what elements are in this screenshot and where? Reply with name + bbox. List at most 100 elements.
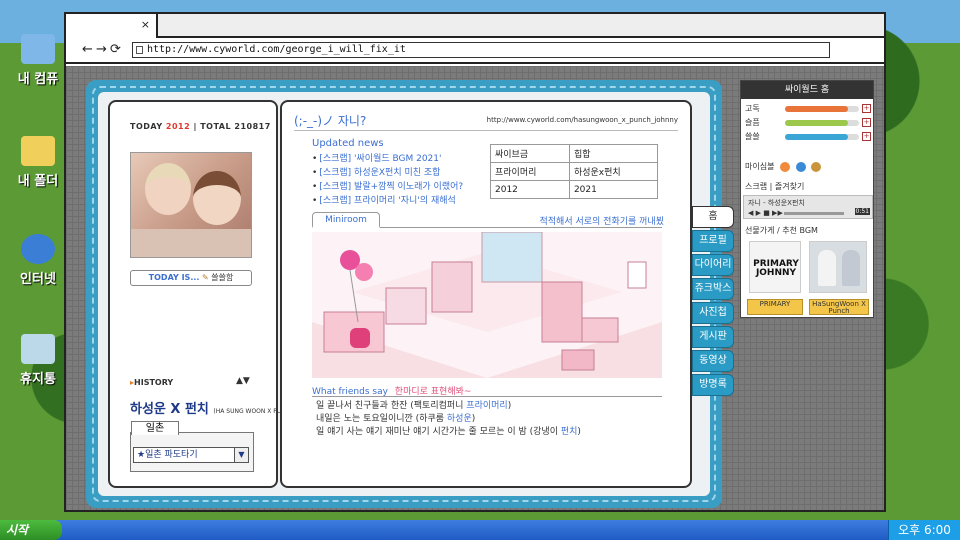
player-controls[interactable]: ◀ ▶ ■ ▶▶ xyxy=(748,209,783,217)
tab-photos[interactable]: 사진첩 xyxy=(692,302,734,324)
table-cell: 싸이브금 xyxy=(490,144,570,163)
home-panel: (;-_-)ノ 자니? http://www.cyworld.com/hasun… xyxy=(280,100,692,488)
comment-author[interactable]: 프라이머리 xyxy=(466,401,507,411)
today-is-mood[interactable]: TODAY IS... ✎ 쓸쓸함 xyxy=(130,270,252,286)
total-label: TOTAL xyxy=(200,122,232,131)
desktop-icon-recycle-bin[interactable]: 휴지통 xyxy=(8,334,68,387)
stats-table: 싸이브금 힙합 프라이머리 하성운x펀치 2012 2021 xyxy=(490,144,659,199)
album-cover-text: PRIMARY JOHNNY xyxy=(753,259,799,278)
friend-comment: 일 끝나서 친구들과 한잔 (팩토리컴퍼니 프라이머리) xyxy=(316,400,676,413)
counter-separator: | xyxy=(193,122,197,131)
total-count: 210817 xyxy=(234,122,271,131)
start-button[interactable]: 시작 xyxy=(0,520,62,540)
stat-bar xyxy=(785,134,859,140)
photo-table xyxy=(131,229,251,257)
comment-text: 일 끝나서 친구들과 한잔 (팩토리컴퍼니 xyxy=(316,401,467,411)
history-scroll-arrows[interactable]: ▲▼ xyxy=(236,376,250,386)
comment-author[interactable]: 하성운 xyxy=(447,414,472,424)
desktop-icon-label: 휴지통 xyxy=(20,372,56,387)
stat-label: 고독 xyxy=(745,104,760,113)
page-icon xyxy=(136,46,143,54)
updated-news-title: Updated news xyxy=(312,138,384,149)
umbrella-icon[interactable] xyxy=(780,161,790,172)
stat-bar xyxy=(785,120,859,126)
desktop-icon-label: 인터넷 xyxy=(20,272,56,287)
album-cover-hasungwoon-punch[interactable] xyxy=(809,241,867,293)
owner-name-text: 하성운 X 펀치 xyxy=(130,402,209,417)
broom-icon: ✎ xyxy=(201,273,209,282)
friend-comment: 내일은 노는 토요일이니깐 (하쿠룸 하성운) xyxy=(316,413,676,426)
gift-shop-title: 선물가게 / 추천 BGM xyxy=(745,226,818,235)
miniroom-scene xyxy=(312,232,662,378)
person-right xyxy=(193,171,241,225)
owner-name: 하성운 X 펀치 (HA SUNG WOON X PUNCH) xyxy=(130,398,297,417)
album-button-hasungwoon-punch[interactable]: HaSungWoon X Punch xyxy=(809,299,869,315)
widget-links[interactable]: 스크랩 | 즐겨찾기 xyxy=(745,181,804,192)
broom-icon[interactable] xyxy=(811,161,822,172)
tab-diary[interactable]: 다이어리 xyxy=(692,254,734,276)
stat-loneliness: 고독 + xyxy=(745,103,871,115)
forward-button[interactable]: → xyxy=(96,42,107,57)
stat-bar xyxy=(785,106,859,112)
computer-icon xyxy=(21,34,55,64)
internet-explorer-icon xyxy=(21,234,55,264)
plus-icon[interactable]: + xyxy=(862,104,871,113)
navigation-bar: ← → ⟳ http://www.cyworld.com/george_i_wi… xyxy=(66,38,884,64)
album-cover-primary[interactable]: PRIMARY JOHNNY xyxy=(749,241,801,293)
today-label: TODAY xyxy=(130,122,163,131)
plus-icon[interactable]: + xyxy=(862,118,871,127)
chevron-down-icon[interactable]: ▼ xyxy=(234,448,248,462)
table-row: 싸이브금 힙합 xyxy=(490,144,659,163)
miniroom-caption: 적적해서 서로의 전화기를 꺼내뵜 xyxy=(539,217,664,227)
tab-guestbook[interactable]: 방명록 xyxy=(692,374,734,396)
desktop-icon-label: 내 폴더 xyxy=(17,174,59,189)
page-viewport: TODAY 2012 | TOTAL 210817 TODAY IS... ✎ … xyxy=(66,66,884,510)
browser-tab[interactable]: × xyxy=(66,14,158,38)
player-progress-bar[interactable] xyxy=(784,212,844,215)
tab-bar: × xyxy=(66,14,884,38)
close-tab-icon[interactable]: × xyxy=(141,18,150,31)
tab-board[interactable]: 게시판 xyxy=(692,326,734,348)
ilchon-surf-dropdown[interactable]: ★일촌 파도타기 ▼ xyxy=(133,447,249,463)
table-cell: 2021 xyxy=(568,180,659,199)
my-symbol: 마이심볼 xyxy=(745,161,822,172)
desktop-icon-internet[interactable]: 인터넷 xyxy=(8,234,68,287)
cyworld-home-widget: 싸이월드 홈 고독 + 슬픔 + 쓸쓸 + 마이심볼 스크랩 | 즐겨찾기 자니… xyxy=(740,80,874,318)
ilchon-box: 일촌 ★일촌 파도타기 ▼ xyxy=(130,421,254,472)
tab-jukebox[interactable]: 쥬크박스 xyxy=(692,278,734,300)
recycle-bin-icon xyxy=(21,334,55,364)
tab-home[interactable]: 홈 xyxy=(692,206,734,228)
tab-profile[interactable]: 프로필 xyxy=(692,230,734,252)
album-button-primary[interactable]: PRIMARY xyxy=(747,299,803,315)
table-row: 2012 2021 xyxy=(490,180,659,199)
refresh-button[interactable]: ⟳ xyxy=(110,42,121,57)
taskbar-clock: 오후 6:00 xyxy=(888,520,960,540)
back-button[interactable]: ← xyxy=(82,42,93,57)
table-cell: 하성운x펀치 xyxy=(568,162,659,181)
comment-author[interactable]: 펀치 xyxy=(561,427,578,437)
desktop-icon-my-folder[interactable]: 내 폴더 xyxy=(8,136,68,189)
comment-text: ) xyxy=(577,427,581,437)
news-item[interactable]: [스크랩] 하성운X펀치 미친 조합 xyxy=(312,166,482,180)
tab-video[interactable]: 동영상 xyxy=(692,350,734,372)
desktop-icon-my-computer[interactable]: 내 컴퓨 xyxy=(8,34,68,87)
history-heading: ▸HISTORY xyxy=(130,378,173,387)
stat-fill xyxy=(785,134,848,140)
url-text: http://www.cyworld.com/george_i_will_fix… xyxy=(147,44,406,55)
homepage-url[interactable]: http://www.cyworld.com/hasungwoon_x_punc… xyxy=(487,116,678,124)
table-cell: 프라이머리 xyxy=(490,162,570,181)
plus-icon[interactable]: + xyxy=(862,132,871,141)
miniroom-tab[interactable]: Miniroom xyxy=(312,212,380,228)
visitor-counter: TODAY 2012 | TOTAL 210817 xyxy=(130,122,271,131)
news-item[interactable]: [스크랩] 프라이머리 '자니'의 재해석 xyxy=(312,194,482,208)
comment-text: 내일은 노는 토요일이니깐 (하쿠룸 xyxy=(316,414,447,424)
news-item[interactable]: [스크랩] 발랄+깜찍 이노래가 이랬어? xyxy=(312,180,482,194)
news-item[interactable]: [스크랩] '싸이월드 BGM 2021' xyxy=(312,152,482,166)
person-left xyxy=(145,163,191,215)
teddy-bear xyxy=(350,328,370,348)
water-drop-icon[interactable] xyxy=(795,161,806,172)
profile-panel: TODAY 2012 | TOTAL 210817 TODAY IS... ✎ … xyxy=(108,100,297,488)
ilchon-tab: 일촌 xyxy=(131,421,179,435)
address-bar[interactable]: http://www.cyworld.com/george_i_will_fix… xyxy=(132,42,830,58)
widget-title: 싸이월드 홈 xyxy=(741,81,873,99)
